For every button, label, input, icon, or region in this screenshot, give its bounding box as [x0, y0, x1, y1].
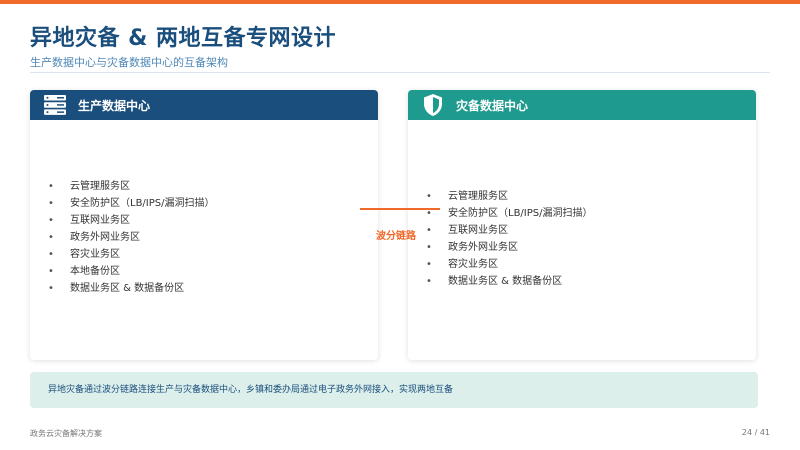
production-card-title: 生产数据中心: [78, 98, 151, 113]
list-item: • 云管理服务区: [426, 188, 593, 205]
list-item-text: 互联网业务区: [70, 215, 130, 226]
list-item: • 安全防护区（LB/IPS/漏洞扫描）: [48, 195, 215, 212]
production-card-header: 生产数据中心: [30, 90, 378, 120]
list-item: • 容灾业务区: [426, 256, 593, 273]
list-item-text: 数据业务区 & 数据备份区: [448, 276, 563, 287]
list-item: • 数据业务区 & 数据备份区: [426, 273, 593, 290]
list-item: • 数据业务区 & 数据备份区: [48, 280, 215, 297]
production-datacenter-card: 生产数据中心 • 云管理服务区 • 安全防护区（LB/IPS/漏洞扫描） • 互联网业…: [30, 90, 378, 360]
dr-card-title: 灾备数据中心: [456, 98, 529, 113]
dr-card-header: 灾备数据中心: [408, 90, 756, 120]
bullet: •: [426, 191, 432, 202]
summary-note: 异地灾备通过波分链路连接生产与灾备数据中心，乡镇和委办局通过电子政务外网接入，实…: [30, 372, 758, 408]
list-item: • 本地备份区: [48, 263, 215, 280]
list-item: • 互联网业务区: [426, 222, 593, 239]
top-accent-bar: [0, 0, 800, 4]
bullet: •: [48, 232, 54, 243]
list-item: • 政务外网业务区: [426, 239, 593, 256]
title-divider: [30, 72, 770, 73]
bullet: •: [48, 249, 54, 260]
list-item-text: 安全防护区（LB/IPS/漏洞扫描）: [448, 208, 593, 219]
disaster-recovery-datacenter-card: 灾备数据中心 • 云管理服务区 • 安全防护区（LB/IPS/漏洞扫描） • 互联网业…: [408, 90, 756, 360]
bullet: •: [48, 283, 54, 294]
page-title: 异地灾备 & 两地互备专网设计: [30, 26, 337, 51]
list-item-text: 政务外网业务区: [448, 242, 518, 253]
dr-zone-list: • 云管理服务区 • 安全防护区（LB/IPS/漏洞扫描） • 互联网业务区 • 政务外…: [426, 188, 593, 290]
bullet: •: [426, 259, 432, 270]
list-item: • 安全防护区（LB/IPS/漏洞扫描）: [426, 205, 593, 222]
list-item: • 互联网业务区: [48, 212, 215, 229]
bullet: •: [48, 198, 54, 209]
page-number: 24 / 41: [741, 428, 770, 437]
list-item-text: 容灾业务区: [448, 259, 498, 270]
list-item-text: 数据业务区 & 数据备份区: [70, 283, 185, 294]
bullet: •: [48, 266, 54, 277]
list-item-text: 容灾业务区: [70, 249, 120, 260]
production-zone-list: • 云管理服务区 • 安全防护区（LB/IPS/漏洞扫描） • 互联网业务区 • 政务外…: [48, 178, 215, 297]
list-item-text: 互联网业务区: [448, 225, 508, 236]
list-item: • 政务外网业务区: [48, 229, 215, 246]
bullet: •: [426, 276, 432, 287]
bullet: •: [48, 215, 54, 226]
server-icon: [42, 92, 68, 118]
list-item-text: 政务外网业务区: [70, 232, 140, 243]
list-item-text: 云管理服务区: [70, 181, 130, 192]
list-item-text: 本地备份区: [70, 266, 120, 277]
bullet: •: [48, 181, 54, 192]
list-item: • 云管理服务区: [48, 178, 215, 195]
list-item: • 容灾业务区: [48, 246, 215, 263]
bullet: •: [426, 242, 432, 253]
list-item-text: 云管理服务区: [448, 191, 508, 202]
page-subtitle: 生产数据中心与灾备数据中心的互备架构: [30, 56, 228, 69]
bullet: •: [426, 225, 432, 236]
wavelength-link-label: 波分链路: [376, 231, 416, 242]
wavelength-link-line: [360, 208, 440, 210]
document-name: 政务云灾备解决方案: [30, 429, 102, 438]
list-item-text: 安全防护区（LB/IPS/漏洞扫描）: [70, 198, 215, 209]
shield-icon: [420, 92, 446, 118]
